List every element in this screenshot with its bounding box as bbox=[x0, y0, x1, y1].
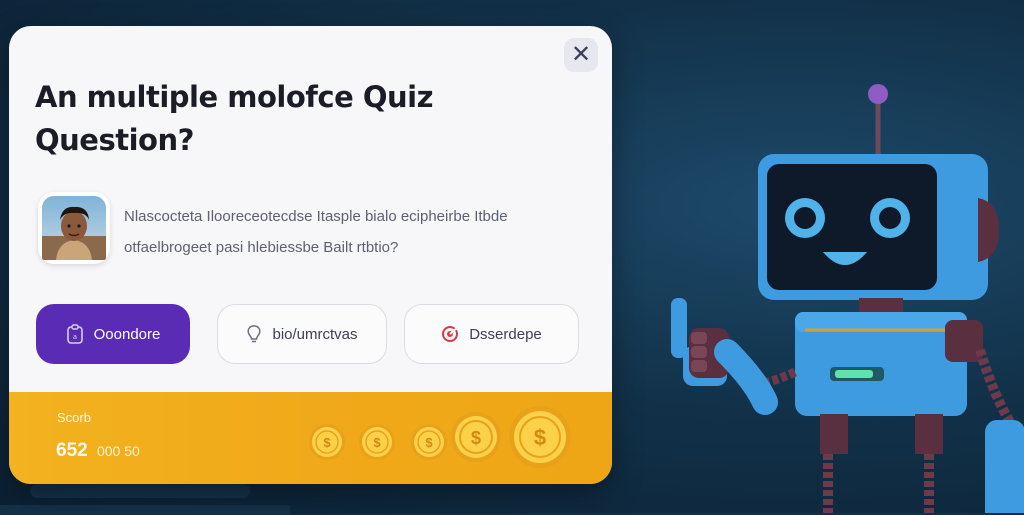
answer-label: Dsserdepe bbox=[469, 325, 542, 343]
title-line-1: An multiple molofce Quiz bbox=[35, 80, 433, 114]
target-icon bbox=[441, 325, 459, 343]
svg-text:$: $ bbox=[323, 435, 331, 450]
answer-option-1[interactable]: a Ooondore bbox=[36, 304, 190, 364]
score-bar: Scorb 652 000 50 $ $ $ $ $ bbox=[9, 392, 612, 484]
score-suffix: 000 50 bbox=[96, 443, 140, 459]
close-button[interactable]: ✕ bbox=[564, 38, 598, 72]
question-body: Nlascocteta Ilooreceotecdse Itasple bial… bbox=[124, 201, 584, 263]
svg-text:a: a bbox=[73, 334, 77, 341]
question-line-2: otfaelbrogeet pasi hlebiessbe Bailt rtbt… bbox=[124, 239, 399, 256]
background-panel-edge bbox=[0, 505, 290, 515]
lightbulb-icon bbox=[246, 324, 262, 344]
answer-label: Ooondore bbox=[93, 325, 161, 343]
robot-mascot bbox=[671, 84, 1024, 513]
coin-icon: $ bbox=[309, 424, 345, 460]
avatar bbox=[38, 192, 110, 264]
score-number: 652 bbox=[56, 440, 88, 461]
coin-icon: $ bbox=[359, 424, 395, 460]
svg-text:$: $ bbox=[373, 435, 381, 450]
close-icon: ✕ bbox=[570, 41, 592, 68]
answer-option-2[interactable]: bio/umrctvas bbox=[217, 304, 387, 364]
coin-icon: $ bbox=[451, 412, 501, 462]
score-label: Scorb bbox=[57, 410, 91, 425]
title-line-2: Question? bbox=[35, 123, 194, 157]
score-value: 652 000 50 bbox=[56, 440, 140, 462]
clipboard-icon: a bbox=[66, 324, 84, 344]
coin-icon: $ bbox=[411, 424, 447, 460]
question-title: An multiple molofce Quiz Question? bbox=[35, 76, 495, 162]
question-line-1: Nlascocteta Ilooreceotecdse Itasple bial… bbox=[124, 208, 508, 225]
background-panel bbox=[30, 484, 250, 498]
svg-text:$: $ bbox=[471, 428, 481, 448]
svg-text:$: $ bbox=[425, 435, 433, 450]
answer-option-3[interactable]: Dsserdepe bbox=[404, 304, 579, 364]
svg-text:$: $ bbox=[534, 425, 546, 450]
coin-icon: $ bbox=[509, 406, 571, 468]
quiz-modal: ✕ An multiple molofce Quiz Question? Nla… bbox=[9, 26, 612, 484]
answer-label: bio/umrctvas bbox=[272, 325, 358, 343]
avatar-photo bbox=[42, 196, 106, 260]
